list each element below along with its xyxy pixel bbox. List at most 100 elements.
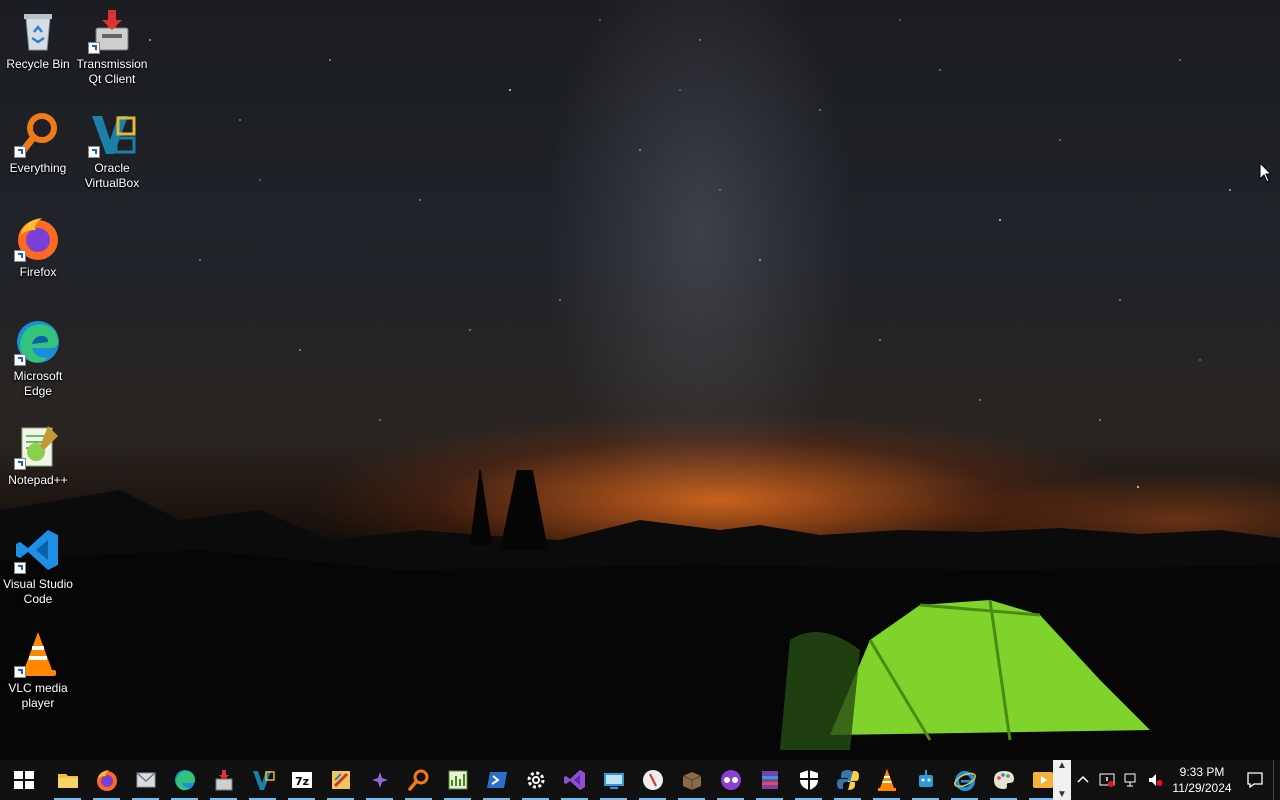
taskbar-glasses[interactable] (711, 760, 750, 800)
taskbar-visual-studio[interactable] (555, 760, 594, 800)
desktop-icon-label: Recycle Bin (6, 57, 70, 71)
starfield (149, 19, 1231, 489)
chevron-up-icon[interactable]: ▲ (1057, 760, 1067, 771)
everything-search-icon (14, 110, 62, 158)
desktop-icon-recycle-bin[interactable]: Recycle Bin (0, 6, 76, 72)
desktop-icon-label: Microsoft Edge (13, 369, 63, 398)
shortcut-arrow-icon (88, 42, 100, 54)
desktop-icon-label: Firefox (19, 265, 57, 279)
vlc-icon (877, 769, 896, 791)
taskbar-scroll-buttons[interactable]: ▲ ▼ (1053, 760, 1071, 800)
taskbar-firefox[interactable] (87, 760, 126, 800)
desktop-icon-edge[interactable]: Microsoft Edge (0, 318, 76, 399)
network-icon (1124, 773, 1136, 787)
shortcut-arrow-icon (14, 458, 26, 470)
desktop-icon-vlc[interactable]: VLC media player (0, 630, 76, 711)
desktop-icon-everything[interactable]: Everything (0, 110, 76, 176)
taskbar-paint[interactable] (321, 760, 360, 800)
powershell-icon (486, 772, 507, 788)
taskbar-internet-explorer[interactable] (945, 760, 984, 800)
sparkle-icon (371, 772, 388, 788)
paint-palette-icon (993, 771, 1014, 789)
taskbar-file-explorer[interactable] (48, 760, 87, 800)
taskbar-everything[interactable] (399, 760, 438, 800)
recycle-bin-icon (14, 6, 62, 54)
desktop-icon-label: Everything (9, 161, 67, 175)
taskbar-powershell[interactable] (477, 760, 516, 800)
show-hidden-icons-button[interactable] (1071, 760, 1095, 800)
action-center-button[interactable] (1237, 760, 1273, 800)
notepadpp-icon (14, 422, 62, 470)
firefox-icon (14, 214, 62, 262)
chart-app-icon (448, 770, 467, 790)
windows-logo-icon (14, 771, 34, 789)
virtualbox-icon (88, 110, 136, 158)
edge-icon (14, 318, 62, 366)
taskbar-sparkle[interactable] (360, 760, 399, 800)
desktop-icon-label: Transmission Qt Client (76, 57, 148, 86)
mountain-silhouette (0, 470, 1280, 760)
taskbar-clock[interactable]: 9:33 PM 11/29/2024 (1167, 764, 1237, 796)
shield-icon (799, 770, 818, 790)
clock-date: 11/29/2024 (1172, 781, 1232, 795)
tray-network-button[interactable] (1119, 760, 1143, 800)
taskbar-robot[interactable] (906, 760, 945, 800)
transmission-icon (88, 6, 136, 54)
notification-icon (1247, 772, 1263, 789)
taskbar-transmission[interactable] (204, 760, 243, 800)
taskbar-remote-desktop[interactable] (594, 760, 633, 800)
desktop-icon-firefox[interactable]: Firefox (0, 214, 76, 280)
package-icon (682, 772, 701, 790)
desktop-icon-label: Oracle VirtualBox (84, 161, 140, 190)
taskbar-compass[interactable] (633, 760, 672, 800)
taskbar-7zip[interactable]: 7z (282, 760, 321, 800)
shortcut-arrow-icon (14, 146, 26, 158)
desktop-icon-label: Visual Studio Code (3, 577, 73, 606)
taskbar-python[interactable] (828, 760, 867, 800)
taskbar-paint-palette[interactable] (984, 760, 1023, 800)
taskbar-vlc[interactable] (867, 760, 906, 800)
everything-search-icon (407, 769, 428, 791)
paint-icon (331, 771, 350, 789)
virtualbox-icon (252, 771, 275, 790)
transmission-icon (215, 770, 232, 791)
taskbar: 7z ▲ ▼ 9:33 PM 11/29/2024 (0, 760, 1280, 800)
desktop-icon-transmission[interactable]: Transmission Qt Client (74, 6, 150, 87)
7zip-icon: 7z (291, 772, 312, 788)
desktop-icon-vscode[interactable]: Visual Studio Code (0, 526, 76, 607)
mouse-cursor-icon (1259, 162, 1273, 183)
show-desktop-button[interactable] (1273, 760, 1280, 800)
shortcut-arrow-icon (14, 666, 26, 678)
vlc-icon (14, 630, 62, 678)
taskbar-package[interactable] (672, 760, 711, 800)
desktop-icon-virtualbox[interactable]: Oracle VirtualBox (74, 110, 150, 191)
volume-muted-icon (1149, 774, 1163, 786)
remote-desktop-icon (603, 773, 624, 789)
visual-studio-icon (563, 770, 585, 790)
taskbar-shield[interactable] (789, 760, 828, 800)
shortcut-arrow-icon (14, 354, 26, 366)
desktop-icon-notepadpp[interactable]: Notepad++ (0, 422, 76, 488)
edge-icon (174, 770, 195, 791)
tray-security-icon-button[interactable] (1095, 760, 1119, 800)
media-player-icon (1032, 772, 1053, 788)
taskbar-settings[interactable] (516, 760, 555, 800)
robot-icon (918, 770, 933, 787)
file-explorer-icon (57, 774, 78, 788)
tray-volume-button[interactable] (1143, 760, 1167, 800)
vscode-icon (14, 526, 62, 574)
taskbar-chart-app[interactable] (438, 760, 477, 800)
shortcut-arrow-icon (14, 250, 26, 262)
python-icon (836, 770, 859, 790)
taskbar-virtualbox[interactable] (243, 760, 282, 800)
clock-time: 9:33 PM (1179, 765, 1225, 779)
taskbar-mail[interactable] (126, 760, 165, 800)
chevron-down-icon[interactable]: ▼ (1057, 789, 1067, 800)
chevron-up-icon (1077, 775, 1089, 783)
taskbar-archive[interactable] (750, 760, 789, 800)
start-button[interactable] (0, 760, 48, 800)
taskbar-edge[interactable] (165, 760, 204, 800)
compass-icon (642, 770, 663, 790)
security-alert-icon (1099, 773, 1115, 787)
shortcut-arrow-icon (14, 562, 26, 574)
